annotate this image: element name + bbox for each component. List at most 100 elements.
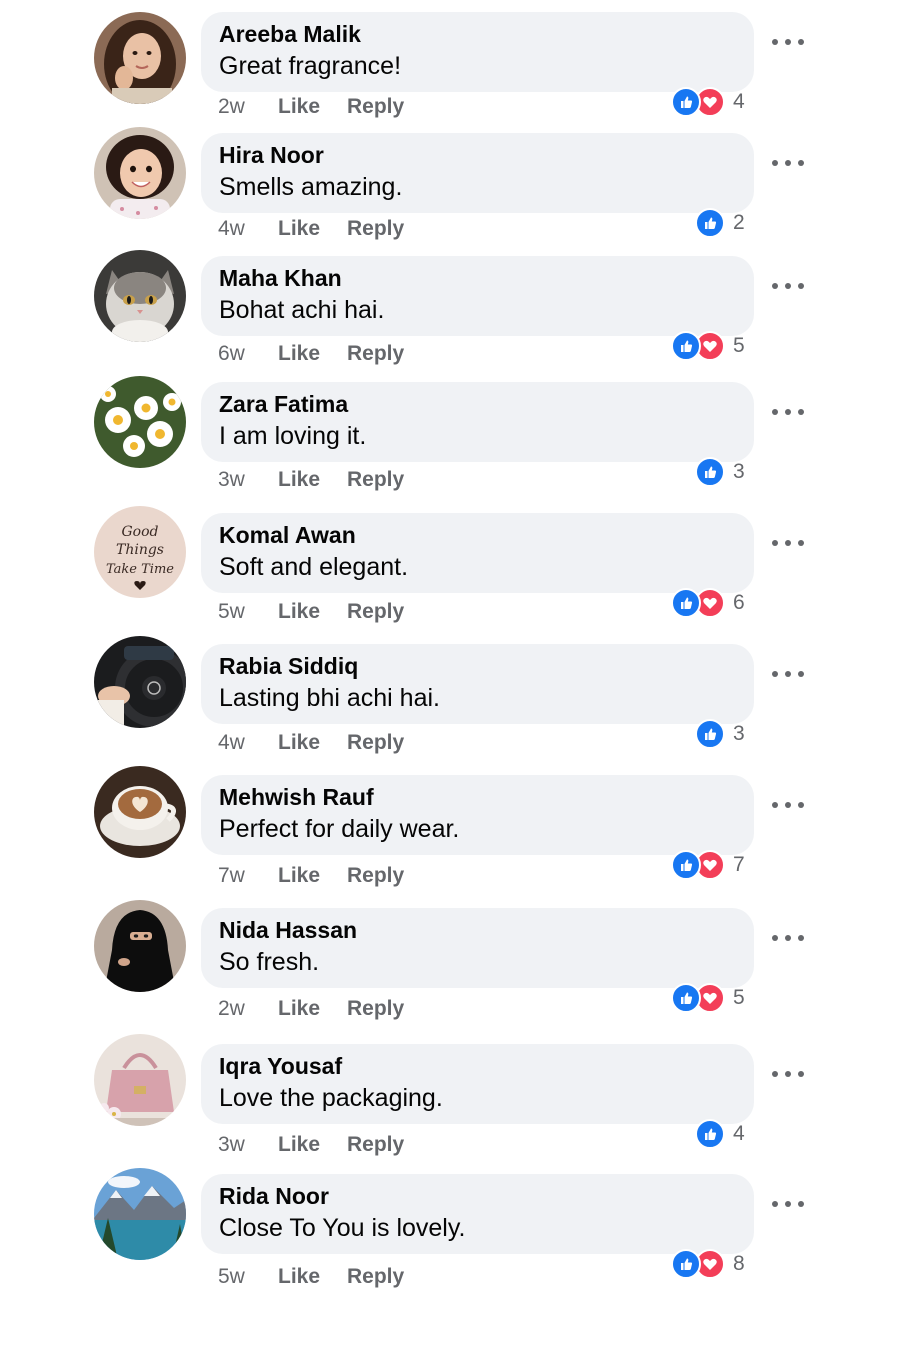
avatar[interactable]: [94, 766, 186, 858]
like-button[interactable]: Like: [278, 468, 347, 492]
like-button[interactable]: Like: [278, 731, 347, 755]
comment-actions: 3w Like Reply: [218, 1133, 404, 1157]
comment-bubble: Hira Noor Smells amazing.: [201, 133, 754, 213]
comment-timestamp[interactable]: 4w: [218, 731, 278, 755]
avatar[interactable]: Good Things Take Time: [94, 506, 186, 598]
reply-button[interactable]: Reply: [347, 731, 404, 755]
like-button[interactable]: Like: [278, 217, 347, 241]
like-reaction-icon: [695, 1119, 725, 1149]
quote-card-icon: Good Things Take Time: [94, 506, 186, 598]
more-options-icon[interactable]: [772, 1068, 804, 1080]
reaction-summary[interactable]: 5: [671, 330, 745, 362]
comment-timestamp[interactable]: 6w: [218, 342, 278, 366]
reply-button[interactable]: Reply: [347, 342, 404, 366]
commenter-name[interactable]: Maha Khan: [219, 265, 342, 292]
avatar[interactable]: [94, 1168, 186, 1260]
comment-text: Smells amazing.: [219, 173, 403, 201]
reaction-summary[interactable]: 3: [695, 456, 745, 488]
more-options-icon[interactable]: [772, 668, 804, 680]
comment-bubble: Iqra Yousaf Love the packaging.: [201, 1044, 754, 1124]
reaction-count: 3: [733, 460, 745, 483]
comment-bubble: Nida Hassan So fresh.: [201, 908, 754, 988]
commenter-name[interactable]: Nida Hassan: [219, 917, 357, 944]
comment-timestamp[interactable]: 4w: [218, 217, 278, 241]
comment-actions: 7w Like Reply: [218, 864, 404, 888]
reply-button[interactable]: Reply: [347, 468, 404, 492]
reply-button[interactable]: Reply: [347, 997, 404, 1021]
child-portrait-icon: [94, 127, 186, 219]
reply-button[interactable]: Reply: [347, 1133, 404, 1157]
comment-bubble: Mehwish Rauf Perfect for daily wear.: [201, 775, 754, 855]
commenter-name[interactable]: Rida Noor: [219, 1183, 329, 1210]
reaction-summary[interactable]: 7: [671, 849, 745, 881]
comment-timestamp[interactable]: 2w: [218, 997, 278, 1021]
reaction-count: 2: [733, 211, 745, 234]
commenter-name[interactable]: Rabia Siddiq: [219, 653, 358, 680]
avatar[interactable]: [94, 1034, 186, 1126]
avatar[interactable]: [94, 250, 186, 342]
avatar[interactable]: [94, 636, 186, 728]
reaction-summary[interactable]: 2: [695, 207, 745, 239]
avatar-quote-line: Take Time: [106, 562, 174, 577]
like-button[interactable]: Like: [278, 864, 347, 888]
reaction-count: 7: [733, 853, 745, 876]
like-button[interactable]: Like: [278, 1133, 347, 1157]
like-button[interactable]: Like: [278, 997, 347, 1021]
avatar[interactable]: [94, 376, 186, 468]
comment-text: So fresh.: [219, 948, 320, 976]
comment-timestamp[interactable]: 7w: [218, 864, 278, 888]
commenter-name[interactable]: Komal Awan: [219, 522, 356, 549]
like-button[interactable]: Like: [278, 342, 347, 366]
more-options-icon[interactable]: [772, 1198, 804, 1210]
commenter-name[interactable]: Mehwish Rauf: [219, 784, 374, 811]
more-options-icon[interactable]: [772, 537, 804, 549]
reply-button[interactable]: Reply: [347, 864, 404, 888]
comment-actions: 5w Like Reply: [218, 600, 404, 624]
avatar[interactable]: [94, 900, 186, 992]
like-reaction-icon: [671, 983, 701, 1013]
comment-actions: 2w Like Reply: [218, 997, 404, 1021]
more-options-icon[interactable]: [772, 932, 804, 944]
niqab-woman-icon: [94, 900, 186, 992]
reaction-summary[interactable]: 8: [671, 1248, 745, 1280]
reply-button[interactable]: Reply: [347, 600, 404, 624]
more-options-icon[interactable]: [772, 157, 804, 169]
comment-actions: 4w Like Reply: [218, 217, 404, 241]
handbag-icon: [94, 1034, 186, 1126]
more-options-icon[interactable]: [772, 799, 804, 811]
avatar-quote-line: Things: [116, 542, 164, 558]
avatar[interactable]: [94, 127, 186, 219]
comment-text: Bohat achi hai.: [219, 296, 385, 324]
like-reaction-icon: [671, 1249, 701, 1279]
reaction-summary[interactable]: 6: [671, 587, 745, 619]
comment-actions: 6w Like Reply: [218, 342, 404, 366]
comment-timestamp[interactable]: 3w: [218, 1133, 278, 1157]
comment-text: Soft and elegant.: [219, 553, 409, 581]
comment-actions: 3w Like Reply: [218, 468, 404, 492]
comment-text: Lasting bhi achi hai.: [219, 684, 440, 712]
reaction-count: 4: [733, 1122, 745, 1145]
commenter-name[interactable]: Hira Noor: [219, 142, 324, 169]
like-reaction-icon: [671, 850, 701, 880]
commenter-name[interactable]: Zara Fatima: [219, 391, 348, 418]
comment: Rida Noor Close To You is lovely. 5w Like…: [0, 0, 900, 1288]
comment-bubble: Rida Noor Close To You is lovely.: [201, 1174, 754, 1254]
coffee-cup-icon: [94, 766, 186, 858]
like-reaction-icon: [695, 719, 725, 749]
more-options-icon[interactable]: [772, 280, 804, 292]
like-button[interactable]: Like: [278, 1265, 347, 1289]
reaction-summary[interactable]: 5: [671, 982, 745, 1014]
comment-timestamp[interactable]: 5w: [218, 1265, 278, 1289]
comment-timestamp[interactable]: 3w: [218, 468, 278, 492]
reply-button[interactable]: Reply: [347, 1265, 404, 1289]
comment-bubble: Maha Khan Bohat achi hai.: [201, 256, 754, 336]
comment-timestamp[interactable]: 5w: [218, 600, 278, 624]
comment-bubble: Zara Fatima I am loving it.: [201, 382, 754, 462]
commenter-name[interactable]: Iqra Yousaf: [219, 1053, 342, 1080]
reply-button[interactable]: Reply: [347, 217, 404, 241]
like-reaction-icon: [671, 588, 701, 618]
reaction-summary[interactable]: 4: [695, 1118, 745, 1150]
more-options-icon[interactable]: [772, 406, 804, 418]
like-button[interactable]: Like: [278, 600, 347, 624]
reaction-summary[interactable]: 3: [695, 718, 745, 750]
